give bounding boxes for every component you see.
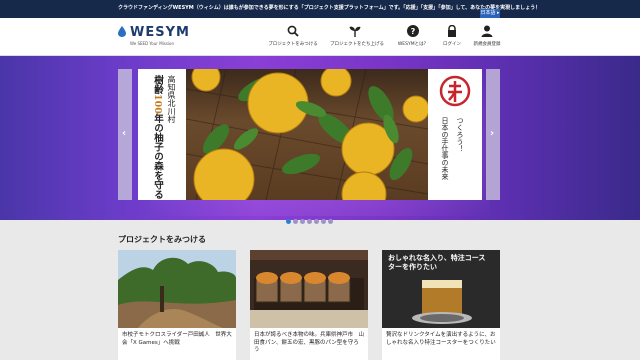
slide-subheadline: 日本の手仕事の未来 [441, 117, 449, 180]
carousel-dot[interactable] [321, 219, 326, 224]
question-icon: ? [407, 25, 419, 37]
slide-right-text-panel: つくろう！ 日本の手仕事の未来 [428, 69, 482, 200]
slide-catchphrase: つくろう！ [456, 117, 464, 152]
logo-tagline: We SEED Your Mission [130, 41, 175, 46]
logo-name: WESYM [130, 25, 190, 40]
card-title: 贅沢なドリンクタイムを演出するように、おしゃれな名入り特注コースターをつくりたい [386, 332, 496, 346]
carousel-dot[interactable] [314, 219, 319, 224]
carousel-dots [286, 209, 335, 228]
project-card[interactable]: 市校子モトクロスライダー戸田誠人 世界大会「X Games」へ挑戦 [118, 250, 236, 360]
hand-logo-icon [439, 75, 471, 107]
search-icon [287, 25, 299, 37]
site-header: WESYM We SEED Your Mission プロジェクトをみつける プ… [0, 18, 640, 56]
slide-location-text: 高知県北川村 [167, 75, 176, 123]
card-overlay-title: おしゃれな名入り、特注コースターを作りたい [388, 254, 486, 271]
nav-start-project[interactable]: プロジェクトをたち上げる [330, 25, 384, 53]
card-title: 市校子モトクロスライダー戸田誠人 世界大会「X Games」へ挑戦 [122, 332, 232, 346]
announcement-text: クラウドファンディングWESYM（ウィシム）は誰もが参加できる夢を形にする「プロ… [118, 5, 541, 11]
card-title: 日本が誇るべき本物の味。兵庫県神戸市 山田食パン、餅五の宏、黒豚のパン型を守ろう [254, 332, 365, 353]
card-image [250, 250, 368, 328]
carousel-dot[interactable] [286, 219, 291, 224]
carousel-dot[interactable] [293, 219, 298, 224]
nav-label: プロジェクトをみつける [268, 42, 318, 47]
nav-find-projects[interactable]: プロジェクトをみつける [268, 25, 318, 53]
carousel-dot[interactable] [307, 219, 312, 224]
user-icon [481, 25, 493, 37]
top-announcement-bar: クラウドファンディングWESYM（ウィシム）は誰もが参加できる夢を形にする「プロ… [0, 0, 640, 18]
nav-login[interactable]: ログイン [440, 25, 464, 53]
nav-label: 新規会員登録 [473, 42, 501, 47]
slide-headline: 樹齢100年の柚子の森を守る [152, 75, 163, 200]
language-select-button[interactable]: 日本語 ▸ [480, 9, 500, 18]
sprout-icon [349, 26, 361, 37]
nav-about[interactable]: ? WESYMとは？ [396, 25, 430, 53]
carousel-slide[interactable]: 高知県北川村 樹齢100年の柚子の森を守る つくろう！ 日本の手仕事の未来 [138, 69, 482, 200]
carousel-dot[interactable] [300, 219, 305, 224]
svg-text:?: ? [411, 27, 416, 36]
yuzu-illustration [186, 69, 428, 200]
nav-signup[interactable]: 新規会員登録 [470, 25, 504, 53]
carousel-dot[interactable] [328, 219, 333, 224]
nav-label: プロジェクトをたち上げる [330, 42, 384, 47]
project-card[interactable]: おしゃれな名入り、特注コースターを作りたい 贅沢なドリンクタイムを演出するように… [382, 250, 500, 360]
section-title: プロジェクトをみつける [118, 235, 206, 244]
carousel-next-button[interactable]: › [490, 128, 494, 139]
nav-label: ログイン [443, 42, 461, 47]
drop-logo-icon [118, 26, 126, 37]
lock-icon [448, 25, 456, 37]
carousel-prev-button[interactable]: ‹ [122, 128, 126, 139]
slide-left-text-panel: 高知県北川村 樹齢100年の柚子の森を守る [138, 69, 186, 200]
card-image [118, 250, 236, 328]
project-card[interactable]: 日本が誇るべき本物の味。兵庫県神戸市 山田食パン、餅五の宏、黒豚のパン型を守ろう [250, 250, 368, 360]
nav-label: WESYMとは？ [397, 42, 429, 47]
yuzu-photo [186, 69, 428, 200]
